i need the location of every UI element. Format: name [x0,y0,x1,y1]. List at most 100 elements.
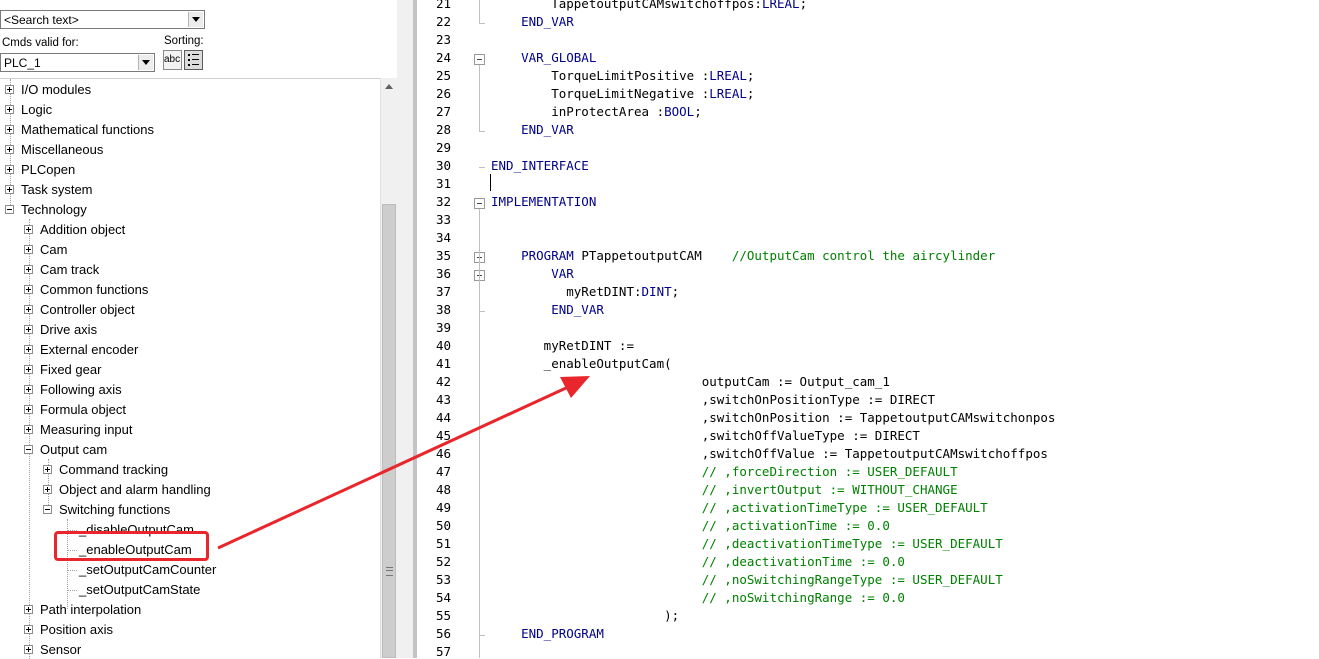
tree-scrollbar[interactable] [380,78,397,658]
tree-item[interactable]: Drive axis [0,320,378,340]
collapse-minus-icon[interactable] [43,505,52,514]
code-editor[interactable]: 21 22 23 24 25 26 27 28 29 30 31 32 33 34 35 36 37 38 39 40… [417,0,1319,658]
expand-plus-icon[interactable] [5,105,14,114]
cmds-valid-combobox[interactable]: PLC_1 [0,53,155,72]
tree-item[interactable]: I/O modules [0,80,378,100]
cmds-valid-value: PLC_1 [4,56,41,70]
search-combobox[interactable]: <Search text> [0,10,205,29]
fold-end-marker [479,167,485,168]
code-line[interactable]: ,switchOnPositionType := DIRECT [491,392,935,407]
expand-plus-icon[interactable] [24,245,33,254]
tree-item[interactable]: Command tracking [0,460,378,480]
chevron-down-icon[interactable] [188,12,203,27]
code-line[interactable]: // ,invertOutput := WITHOUT_CHANGE [491,482,958,497]
scroll-up-arrow-icon[interactable] [385,84,393,89]
expand-plus-icon[interactable] [24,305,33,314]
code-line[interactable]: // ,forceDirection := USER_DEFAULT [491,464,958,479]
expand-plus-icon[interactable] [43,465,52,474]
expand-plus-icon[interactable] [24,425,33,434]
expand-plus-icon[interactable] [5,145,14,154]
code-line[interactable]: // ,noSwitchingRangeType := USER_DEFAULT [491,572,1003,587]
code-line[interactable]: VAR [491,266,574,281]
expand-plus-icon[interactable] [5,165,14,174]
tree-item[interactable]: Task system [0,180,378,200]
collapse-minus-icon[interactable] [24,445,33,454]
tree-item[interactable]: Output cam [0,440,378,460]
tree-item[interactable]: Path interpolation [0,600,378,620]
tree-item[interactable]: Measuring input [0,420,378,440]
code-line[interactable]: TorqueLimitNegative :LREAL; [491,86,754,101]
tree-item[interactable]: Switching functions [0,500,378,520]
tree-item[interactable]: Miscellaneous [0,140,378,160]
expand-plus-icon[interactable] [24,605,33,614]
command-tree[interactable]: I/O modules Logic Mathematical functions Mi… [0,78,380,659]
expand-plus-icon[interactable] [24,405,33,414]
code-line[interactable]: // ,noSwitchingRange := 0.0 [491,590,905,605]
expand-plus-icon[interactable] [43,485,52,494]
expand-plus-icon[interactable] [24,285,33,294]
sort-tree-button[interactable] [184,50,203,70]
fold-toggle-icon[interactable] [474,198,485,209]
expand-plus-icon[interactable] [24,365,33,374]
code-line[interactable]: END_PROGRAM [491,626,604,641]
code-line[interactable]: // ,deactivationTimeType := USER_DEFAULT [491,536,1003,551]
line-number: 36 [435,266,451,281]
tree-item[interactable]: Controller object [0,300,378,320]
expand-plus-icon[interactable] [5,85,14,94]
expand-plus-icon[interactable] [24,625,33,634]
tree-item[interactable]: External encoder [0,340,378,360]
code-line[interactable]: _enableOutputCam( [491,356,672,371]
code-line[interactable]: ); [491,608,679,623]
code-line[interactable]: END_INTERFACE [491,158,589,173]
tree-item[interactable]: _setOutputCamState [0,580,378,600]
code-line[interactable]: ,switchOnPosition := TappetoutputCAMswit… [491,410,1056,425]
expand-plus-icon[interactable] [5,185,14,194]
tree-item[interactable]: Technology [0,200,378,220]
tree-item[interactable]: Cam track [0,260,378,280]
code-line[interactable]: // ,deactivationTime := 0.0 [491,554,905,569]
code-line[interactable]: myRetDINT:DINT; [491,284,679,299]
collapse-minus-icon[interactable] [5,205,14,214]
expand-plus-icon[interactable] [24,265,33,274]
fold-toggle-icon[interactable] [474,54,485,65]
code-line[interactable]: myRetDINT := [491,338,634,353]
sort-alphabetical-button[interactable]: abc [163,50,182,70]
tree-item[interactable]: Position axis [0,620,378,640]
tree-item[interactable]: Common functions [0,280,378,300]
code-line[interactable]: END_VAR [491,14,574,29]
panel-splitter[interactable] [397,0,417,658]
expand-plus-icon[interactable] [24,225,33,234]
code-line[interactable]: ,switchOffValue := TappetoutputCAMswitch… [491,446,1048,461]
tree-item[interactable]: Cam [0,240,378,260]
code-line[interactable]: TappetoutputCAMswitchoffpos:LREAL; [491,0,807,11]
tree-item[interactable]: Addition object [0,220,378,240]
code-line[interactable]: TorqueLimitPositive :LREAL; [491,68,754,83]
code-line[interactable]: END_VAR [491,302,604,317]
code-line[interactable]: PROGRAM PTappetoutputCAM //OutputCam con… [491,248,995,263]
expand-plus-icon[interactable] [24,385,33,394]
tree-item[interactable]: Object and alarm handling [0,480,378,500]
expand-plus-icon[interactable] [24,345,33,354]
code-line[interactable]: END_VAR [491,122,574,137]
code-line[interactable]: inProtectArea :BOOL; [491,104,702,119]
line-number: 47 [435,464,451,479]
tree-item[interactable]: Fixed gear [0,360,378,380]
expand-plus-icon[interactable] [24,325,33,334]
chevron-down-icon[interactable] [138,55,153,70]
tree-item[interactable]: Following axis [0,380,378,400]
code-line[interactable]: IMPLEMENTATION [491,194,596,209]
code-line[interactable]: ,switchOffValueType := DIRECT [491,428,920,443]
code-line[interactable]: // ,activationTime := 0.0 [491,518,890,533]
expand-plus-icon[interactable] [24,645,33,654]
scrollbar-thumb[interactable] [382,204,396,658]
tree-item[interactable]: Logic [0,100,378,120]
tree-item[interactable]: PLCopen [0,160,378,180]
tree-item[interactable]: Formula object [0,400,378,420]
tree-item[interactable]: Mathematical functions [0,120,378,140]
tree-item[interactable]: Sensor [0,640,378,659]
code-line[interactable]: VAR_GLOBAL [491,50,596,65]
code-line[interactable]: // ,activationTimeType := USER_DEFAULT [491,500,988,515]
tree-item[interactable]: _setOutputCamCounter [0,560,378,580]
code-line[interactable]: outputCam := Output_cam_1 [491,374,890,389]
expand-plus-icon[interactable] [5,125,14,134]
